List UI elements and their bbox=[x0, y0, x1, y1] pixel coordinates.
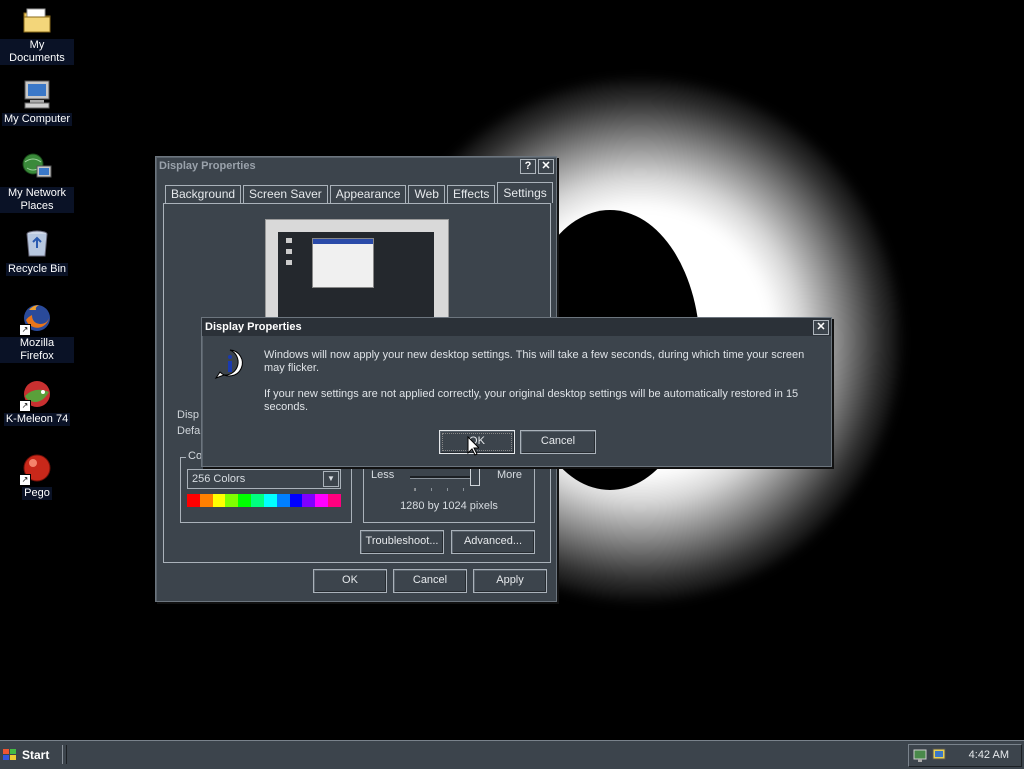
palette-swatch bbox=[289, 494, 303, 507]
ok-button[interactable]: OK bbox=[313, 569, 387, 593]
computer-icon bbox=[21, 78, 53, 110]
desktop-icon-label: Mozilla Firefox bbox=[0, 337, 74, 363]
info-icon bbox=[214, 348, 246, 380]
system-tray: 4:42 AM bbox=[908, 744, 1022, 767]
dialog-titlebar[interactable]: Display Properties ✕ bbox=[202, 318, 831, 336]
tab-background[interactable]: Background bbox=[165, 185, 242, 203]
network-tray-icon[interactable] bbox=[913, 747, 929, 763]
preview-window bbox=[312, 238, 374, 288]
kmeleon-icon: ↗ bbox=[19, 378, 53, 412]
mouse-cursor-icon bbox=[467, 435, 481, 456]
taskbar-divider bbox=[62, 745, 67, 764]
start-button[interactable]: Start bbox=[2, 745, 58, 765]
slider-ticks bbox=[414, 488, 479, 491]
desktop-icon-recycle-bin[interactable]: Recycle Bin bbox=[0, 228, 74, 276]
monitor-tray-icon[interactable] bbox=[931, 747, 947, 763]
desktop-icon-network-places[interactable]: My Network Places bbox=[0, 152, 74, 213]
tab-strip: Background Screen Saver Appearance Web E… bbox=[165, 182, 555, 203]
monitor-screen bbox=[278, 232, 434, 320]
desktop-icon-my-computer[interactable]: My Computer bbox=[0, 78, 74, 126]
desktop-icon-label: My Computer bbox=[1, 113, 73, 126]
tab-effects[interactable]: Effects bbox=[446, 185, 496, 203]
palette-swatch bbox=[251, 494, 264, 507]
palette-swatch bbox=[328, 494, 341, 507]
help-button[interactable]: ? bbox=[520, 158, 536, 174]
cancel-button[interactable]: Cancel bbox=[393, 569, 467, 593]
palette-swatch bbox=[199, 494, 213, 507]
advanced-button[interactable]: Advanced... bbox=[451, 530, 535, 554]
clock: 4:42 AM bbox=[968, 749, 1009, 761]
windows-logo-icon bbox=[3, 749, 16, 760]
shortcut-arrow-icon: ↗ bbox=[19, 400, 31, 412]
resolution-slider-thumb[interactable] bbox=[470, 466, 480, 486]
monitor-preview bbox=[265, 219, 449, 321]
palette-swatch bbox=[225, 494, 239, 507]
chevron-down-icon[interactable]: ▼ bbox=[323, 471, 339, 487]
tab-web[interactable]: Web bbox=[408, 185, 445, 203]
display-label: Disp bbox=[177, 409, 200, 421]
palette-swatch bbox=[315, 494, 329, 507]
window-title: Display Properties bbox=[159, 160, 256, 172]
tab-settings[interactable]: Settings bbox=[497, 182, 553, 203]
dialog-title: Display Properties bbox=[205, 321, 302, 333]
desktop-icon-firefox[interactable]: ↗ Mozilla Firefox bbox=[0, 302, 74, 363]
palette-swatch bbox=[302, 494, 316, 507]
preview-desktop-icons bbox=[284, 238, 294, 278]
dialog-cancel-button[interactable]: Cancel bbox=[520, 430, 596, 454]
colors-select[interactable]: 256 Colors ▼ bbox=[187, 469, 341, 489]
dialog-message-1: Windows will now apply your new desktop … bbox=[264, 349, 805, 374]
resolution-value: 1280 by 1024 pixels bbox=[400, 500, 498, 512]
palette-swatch bbox=[187, 494, 200, 507]
network-icon bbox=[21, 152, 53, 184]
resolution-less-label: Less bbox=[371, 469, 395, 481]
window-titlebar[interactable]: Display Properties ? ✕ bbox=[156, 157, 556, 175]
tab-appearance[interactable]: Appearance bbox=[329, 185, 407, 203]
default-monitor-label: Defa bbox=[177, 425, 201, 437]
desktop-icon-pego[interactable]: ↗ Pego bbox=[0, 452, 74, 500]
dialog-message-2: If your new settings are not applied cor… bbox=[264, 388, 799, 413]
desktop-icon-my-documents[interactable]: My Documents bbox=[0, 4, 74, 65]
apply-button[interactable]: Apply bbox=[473, 569, 547, 593]
color-palette-bar bbox=[187, 494, 341, 507]
palette-swatch bbox=[212, 494, 226, 507]
tab-screen-saver[interactable]: Screen Saver bbox=[243, 185, 328, 203]
palette-swatch bbox=[263, 494, 277, 507]
recycle-bin-icon bbox=[21, 228, 53, 260]
firefox-icon: ↗ bbox=[19, 302, 53, 336]
desktop-icon-label: My Network Places bbox=[0, 187, 74, 213]
palette-swatch bbox=[276, 494, 290, 507]
desktop-icon-label: Recycle Bin bbox=[5, 263, 69, 276]
folder-icon bbox=[21, 4, 53, 36]
desktop-icon-label: Pego bbox=[22, 487, 52, 500]
desktop-icon-kmeleon[interactable]: ↗ K-Meleon 74 bbox=[0, 378, 74, 426]
shortcut-arrow-icon: ↗ bbox=[19, 324, 31, 336]
close-button[interactable]: ✕ bbox=[538, 158, 554, 174]
close-button[interactable]: ✕ bbox=[813, 319, 829, 335]
desktop-icon-label: My Documents bbox=[0, 39, 74, 65]
shortcut-arrow-icon: ↗ bbox=[19, 474, 31, 486]
troubleshoot-button[interactable]: Troubleshoot... bbox=[360, 530, 444, 554]
colors-select-value: 256 Colors bbox=[192, 473, 246, 485]
pego-icon: ↗ bbox=[19, 452, 53, 486]
palette-swatch bbox=[238, 494, 252, 507]
taskbar: Start 4:42 AM bbox=[0, 740, 1024, 769]
start-label: Start bbox=[22, 748, 50, 762]
desktop-icon-label: K-Meleon 74 bbox=[3, 413, 71, 426]
resolution-more-label: More bbox=[496, 469, 522, 481]
apply-settings-dialog: Display Properties ✕ Windows will now ap… bbox=[201, 317, 832, 467]
